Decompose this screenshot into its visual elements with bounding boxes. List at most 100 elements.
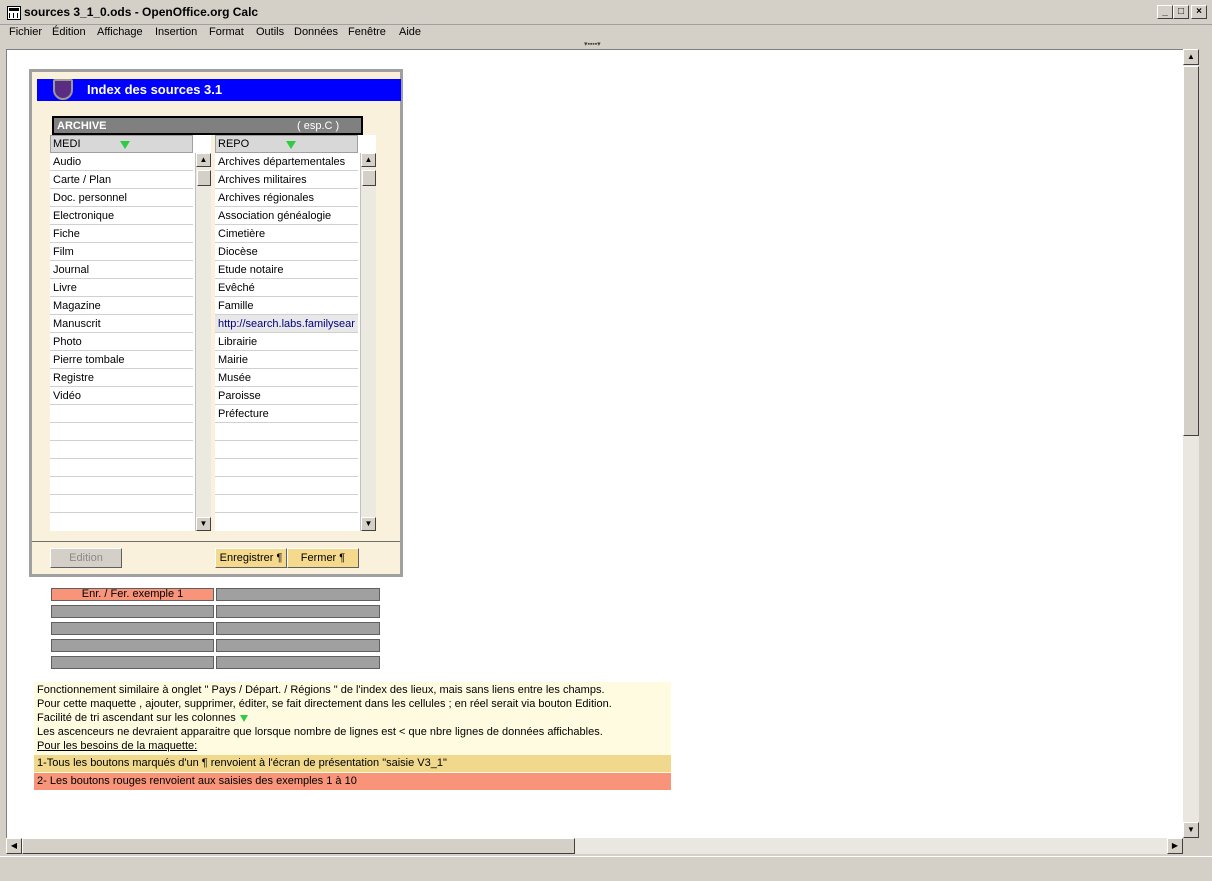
list-item[interactable]: Famille [215, 297, 358, 315]
example-button[interactable] [51, 622, 214, 635]
list-item[interactable] [50, 423, 193, 441]
scroll-right-icon[interactable]: ▶ [1167, 838, 1183, 854]
archive-bar[interactable]: ARCHIVE ( esp.C ) [52, 116, 363, 135]
list-item[interactable]: Mairie [215, 351, 358, 369]
repo-scrollbar[interactable]: ▲ ▼ [360, 153, 376, 531]
list-item[interactable]: Fiche [50, 225, 193, 243]
menu-donnees[interactable]: Données [294, 26, 338, 38]
list-item[interactable] [50, 441, 193, 459]
example-button[interactable] [51, 656, 214, 669]
list-item[interactable]: Association généalogie [215, 207, 358, 225]
minimize-button[interactable]: _ [1157, 5, 1173, 19]
scroll-up-icon[interactable]: ▲ [196, 153, 211, 167]
list-item[interactable]: Archives militaires [215, 171, 358, 189]
example-1-button[interactable]: Enr. / Fer. exemple 1 [51, 588, 214, 601]
list-item[interactable]: Archives départementales [215, 153, 358, 171]
list-item[interactable]: Magazine [50, 297, 193, 315]
example-button[interactable] [216, 622, 380, 635]
list-item[interactable]: Registre [50, 369, 193, 387]
menu-edition[interactable]: Édition [52, 26, 86, 38]
vertical-scroll-thumb[interactable] [1183, 66, 1199, 436]
vertical-scrollbar[interactable]: ▲ ▼ [1183, 49, 1199, 838]
spreadsheet-area[interactable]: Index des sources 3.1 ARCHIVE ( esp.C ) … [6, 49, 1183, 838]
menu-fenetre[interactable]: Fenêtre [348, 26, 386, 38]
status-bar [0, 856, 1212, 881]
list-item[interactable] [215, 495, 358, 513]
edition-button[interactable]: Edition [50, 548, 122, 568]
list-item[interactable] [215, 459, 358, 477]
sources-index-panel: Index des sources 3.1 ARCHIVE ( esp.C ) … [29, 69, 403, 577]
panel-title: Index des sources 3.1 [87, 82, 223, 97]
list-item[interactable] [215, 423, 358, 441]
close-button[interactable]: × [1191, 5, 1207, 19]
medi-scrollbar[interactable]: ▲ ▼ [195, 153, 211, 531]
list-item[interactable]: Carte / Plan [50, 171, 193, 189]
example-button[interactable] [216, 605, 380, 618]
list-item[interactable]: Vidéo [50, 387, 193, 405]
example-button[interactable] [51, 639, 214, 652]
menu-aide[interactable]: Aide [399, 26, 421, 38]
list-item[interactable]: Manuscrit [50, 315, 193, 333]
list-item[interactable] [50, 495, 193, 513]
repo-column-header[interactable]: REPO [215, 135, 358, 153]
list-item[interactable]: Livre [50, 279, 193, 297]
list-item[interactable]: Audio [50, 153, 193, 171]
sort-ascending-icon[interactable] [120, 141, 130, 149]
scroll-up-icon[interactable]: ▲ [1183, 49, 1199, 65]
list-item[interactable]: Pierre tombale [50, 351, 193, 369]
list-item[interactable]: Librairie [215, 333, 358, 351]
horizontal-scrollbar[interactable]: ◀ ▶ [6, 838, 1183, 854]
list-item[interactable] [50, 459, 193, 477]
list-item[interactable] [50, 405, 193, 423]
horizontal-scroll-thumb[interactable] [22, 838, 575, 854]
list-item[interactable]: Journal [50, 261, 193, 279]
list-item[interactable]: http://search.labs.familysear [215, 315, 358, 333]
list-item[interactable]: Etude notaire [215, 261, 358, 279]
menu-insertion[interactable]: Insertion [155, 26, 197, 38]
scroll-left-icon[interactable]: ◀ [6, 838, 22, 854]
maximize-button[interactable]: □ [1173, 5, 1189, 19]
window-title: sources 3_1_0.ods - OpenOffice.org Calc [24, 5, 259, 19]
list-item[interactable]: Préfecture [215, 405, 358, 423]
list-item[interactable] [50, 477, 193, 495]
note-line-3: Facilité de tri ascendant sur les colonn… [37, 712, 248, 724]
list-item[interactable]: Archives régionales [215, 189, 358, 207]
repo-list[interactable]: REPO Archives départementales Archives mi… [215, 135, 376, 531]
menu-format[interactable]: Format [209, 26, 244, 38]
close-panel-button[interactable]: Fermer ¶ [287, 548, 359, 568]
scroll-down-icon[interactable]: ▼ [196, 517, 211, 531]
list-item[interactable]: Paroisse [215, 387, 358, 405]
panel-header: Index des sources 3.1 [37, 79, 401, 101]
list-item[interactable]: Evêché [215, 279, 358, 297]
list-item[interactable]: Photo [50, 333, 193, 351]
note-band-2: 2- Les boutons rouges renvoient aux sais… [34, 773, 671, 790]
note-band-1: 1-Tous les boutons marqués d'un ¶ renvoi… [34, 755, 671, 772]
list-item[interactable] [215, 441, 358, 459]
scroll-up-icon[interactable]: ▲ [361, 153, 376, 167]
list-item[interactable]: Cimetière [215, 225, 358, 243]
list-item[interactable] [215, 477, 358, 495]
scroll-down-icon[interactable]: ▼ [361, 517, 376, 531]
list-item[interactable]: Diocèse [215, 243, 358, 261]
medi-list[interactable]: MEDI Audio Carte / Plan Doc. personnel Elec… [50, 135, 211, 531]
example-button[interactable] [216, 639, 380, 652]
panel-divider [32, 541, 400, 542]
repo-scroll-thumb[interactable] [362, 170, 376, 186]
sort-ascending-icon[interactable] [286, 141, 296, 149]
medi-scroll-thumb[interactable] [197, 170, 211, 186]
list-item[interactable]: Musée [215, 369, 358, 387]
example-button[interactable] [216, 656, 380, 669]
menu-fichier[interactable]: Fichier [9, 26, 42, 38]
example-button[interactable] [216, 588, 380, 601]
medi-column-header[interactable]: MEDI [50, 135, 193, 153]
list-item[interactable]: Doc. personnel [50, 189, 193, 207]
note-line-4: Les ascenceurs ne devraient apparaitre q… [37, 726, 603, 738]
example-button[interactable] [51, 605, 214, 618]
menu-outils[interactable]: Outils [256, 26, 284, 38]
list-item[interactable]: Electronique [50, 207, 193, 225]
menu-affichage[interactable]: Affichage [97, 26, 143, 38]
toolbar-grip-icon[interactable]: ▾ ▪ ▪ ▪ ▪ ▾ [584, 41, 620, 48]
list-item[interactable]: Film [50, 243, 193, 261]
scroll-down-icon[interactable]: ▼ [1183, 822, 1199, 838]
save-button[interactable]: Enregistrer ¶ [215, 548, 287, 568]
